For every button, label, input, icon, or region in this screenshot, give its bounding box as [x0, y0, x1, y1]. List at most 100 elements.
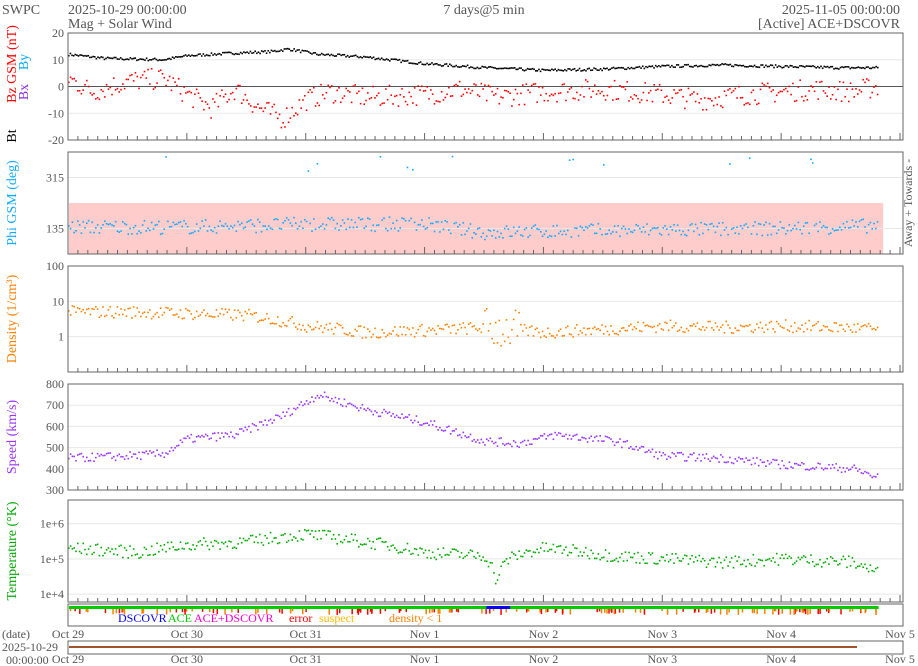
- phi-point: [797, 221, 800, 224]
- bt-point: [583, 69, 586, 71]
- phi-point: [412, 168, 414, 171]
- phi-point: [545, 230, 547, 232]
- bt-point: [692, 66, 694, 68]
- temperature-point: [249, 534, 252, 537]
- bz-point: [500, 96, 502, 98]
- temperature-point: [754, 565, 756, 567]
- bz-point: [548, 95, 551, 97]
- bz-point: [523, 103, 526, 106]
- bt-point: [573, 67, 576, 70]
- density-point: [667, 329, 670, 332]
- density-point: [86, 308, 88, 311]
- density-point: [732, 332, 735, 335]
- flag-mark: [539, 609, 541, 613]
- temperature-point: [417, 554, 420, 556]
- bz-point: [464, 88, 466, 90]
- density-point: [523, 323, 526, 326]
- phi-point: [361, 218, 364, 220]
- density-point: [458, 323, 461, 326]
- phi-point: [176, 223, 178, 225]
- phi-point: [330, 216, 333, 219]
- phi-point: [82, 220, 85, 223]
- bz-point: [707, 97, 710, 100]
- bz-point: [734, 87, 737, 90]
- density-point: [664, 321, 666, 324]
- x-tick-label: Nov 5: [885, 627, 915, 641]
- bt-point: [867, 66, 869, 68]
- speed-point: [869, 474, 872, 477]
- speed-point: [750, 463, 753, 466]
- phi-point: [430, 222, 432, 225]
- temperature-point: [489, 561, 492, 564]
- temperature-point: [700, 560, 702, 563]
- speed-point: [159, 454, 162, 457]
- speed-point: [864, 470, 866, 473]
- flag-mark: [777, 609, 780, 615]
- phi-point: [89, 231, 92, 234]
- phi-point: [811, 162, 814, 164]
- speed-point: [428, 424, 430, 427]
- bz-point: [718, 96, 720, 98]
- density-point: [873, 327, 875, 330]
- bt-point: [769, 64, 772, 66]
- phi-point: [835, 229, 837, 231]
- temperature-point: [662, 556, 665, 559]
- bt-point: [578, 67, 581, 70]
- density-point: [221, 307, 223, 310]
- temperature-point: [448, 554, 450, 556]
- temperature-point: [747, 558, 749, 561]
- flag-mark: [666, 609, 669, 615]
- temperature-point: [750, 564, 753, 567]
- phi-point: [761, 234, 764, 237]
- temperature-point: [235, 547, 238, 550]
- bt-point: [259, 52, 261, 55]
- density-point: [444, 324, 447, 326]
- speed-point: [421, 424, 423, 426]
- bz-point: [233, 98, 236, 101]
- density-point: [621, 327, 623, 330]
- temperature-point: [748, 562, 751, 565]
- phi-point: [213, 226, 216, 229]
- density-point: [775, 320, 778, 323]
- bt-point: [254, 50, 257, 53]
- flag-mark: [357, 609, 360, 615]
- y-tick-label: 800: [46, 377, 64, 391]
- temperature-point: [833, 560, 836, 562]
- speed-point: [514, 441, 517, 444]
- phi-point: [242, 227, 245, 230]
- bt-point: [363, 55, 365, 58]
- bt-point: [502, 67, 505, 70]
- bz-point: [249, 105, 252, 107]
- density-point: [275, 322, 277, 325]
- bz-point: [714, 97, 717, 99]
- temperature-point: [392, 544, 394, 547]
- speed-frame: [67, 383, 904, 491]
- phi-point: [810, 158, 812, 161]
- bz-point: [194, 93, 196, 95]
- bt-point: [774, 64, 777, 66]
- density-point: [518, 311, 520, 314]
- temperature-point: [390, 545, 393, 547]
- temperature-point: [408, 550, 411, 552]
- bt-point: [520, 67, 522, 69]
- phi-point: [275, 218, 277, 220]
- bt-point: [257, 51, 260, 54]
- bt-point: [505, 67, 508, 70]
- speed-point: [123, 458, 126, 460]
- bt-point: [89, 56, 91, 59]
- speed-point: [395, 414, 398, 417]
- temperature-point: [219, 548, 221, 550]
- density-point: [330, 328, 333, 331]
- phi-point: [222, 225, 225, 228]
- density-point: [143, 311, 146, 313]
- temperature-point: [801, 556, 803, 559]
- density-point: [484, 309, 486, 312]
- speed-point: [417, 421, 420, 424]
- phi-point: [287, 219, 290, 221]
- bt-point: [685, 64, 688, 66]
- speed-point: [246, 428, 248, 431]
- bz-point: [215, 92, 218, 95]
- phi-point: [718, 222, 720, 224]
- temperature-point: [795, 560, 798, 562]
- density-point: [269, 322, 272, 325]
